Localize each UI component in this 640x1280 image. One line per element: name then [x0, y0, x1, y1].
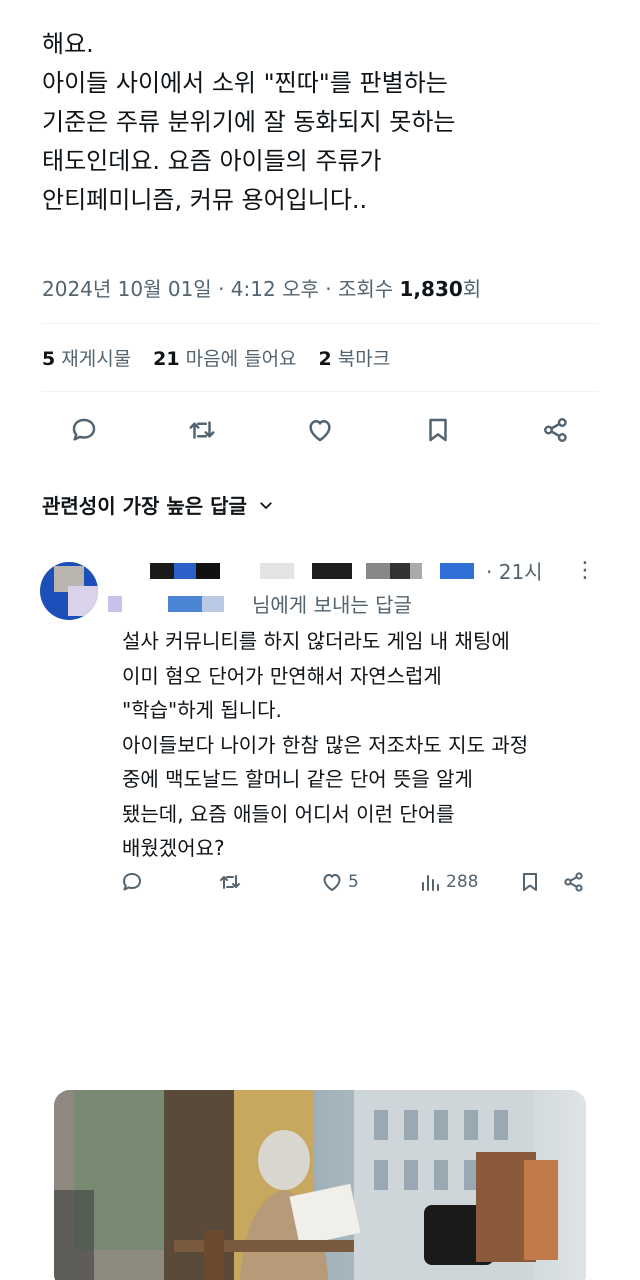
photo-content: [54, 1090, 586, 1280]
reply-like-button[interactable]: 5: [320, 866, 359, 898]
tweet-time[interactable]: 4:12 오후: [231, 277, 319, 301]
tweet-line: 기준은 주류 분위기에 잘 동화되지 못하는: [42, 108, 456, 136]
tweet-line: [42, 0, 602, 25]
tweet-line: 태도인데요. 요즘 아이들의 주류가: [42, 147, 382, 175]
heart-icon[interactable]: [298, 408, 342, 452]
retweets-stat[interactable]: 5 재게시물: [42, 344, 131, 371]
heart-icon: [323, 874, 341, 891]
views-unit: 회: [462, 277, 482, 301]
reply-share-button[interactable]: [562, 866, 586, 898]
bookmark-icon: [523, 873, 537, 891]
reply-action-bar: 5 288: [120, 866, 600, 898]
reply-line: 됐는데, 요즘 애들이 어디서 이런 단어를: [122, 801, 455, 826]
tweet-date[interactable]: 2024년 10월 01일: [42, 277, 212, 301]
reply-bookmark-button[interactable]: [518, 866, 542, 898]
avatar[interactable]: [40, 562, 98, 620]
tweet-line: 아이들 사이에서 소위 "찐따"를 판별하는: [42, 69, 448, 97]
share-icon: [564, 872, 583, 892]
retweet-icon: [220, 875, 240, 889]
tweet-action-bar: [42, 408, 598, 452]
reply-like-count: 5: [348, 872, 359, 892]
reply-sort-label: 관련성이 가장 높은 답글: [42, 494, 247, 518]
divider: [42, 391, 598, 392]
reply-reply-button[interactable]: [120, 866, 144, 898]
reply-to-label: 님에게 보내는 답글: [252, 593, 412, 617]
reply-icon[interactable]: [62, 408, 106, 452]
likes-stat[interactable]: 21 마음에 들어요: [153, 344, 296, 371]
reply-retweet-button[interactable]: [218, 866, 242, 898]
views-label: 조회수: [337, 277, 394, 301]
divider: [42, 323, 598, 324]
tweet-meta: 2024년 10월 01일 · 4:12 오후 · 조회수 1,830회: [42, 277, 482, 301]
reply-line: 이미 혐오 단어가 만연해서 자연스럽게: [122, 663, 442, 688]
reply-line: 설사 커뮤니티를 하지 않더라도 게임 내 채팅에: [122, 629, 510, 653]
reply-line: 아이들보다 나이가 한참 많은 저조차도 지도 과정: [122, 732, 529, 757]
tweet-line: 해요.: [42, 30, 94, 58]
views-count: 1,830: [399, 277, 463, 301]
reply-views-button[interactable]: 288: [418, 866, 478, 898]
reply-views-count: 288: [446, 872, 479, 892]
tweet-text: 해요. 아이들 사이에서 소위 "찐따"를 판별하는 기준은 주류 분위기에 잘…: [42, 0, 602, 220]
retweet-icon[interactable]: [180, 408, 224, 452]
reply-time[interactable]: · 21시: [486, 556, 543, 585]
reply-line: 중에 맥도날드 할머니 같은 단어 뜻을 알게: [122, 767, 473, 791]
reply-sort-dropdown[interactable]: 관련성이 가장 높은 답글: [42, 490, 275, 519]
bookmark-icon[interactable]: [416, 408, 460, 452]
bookmarks-stat[interactable]: 2 북마크: [319, 344, 391, 371]
tweet-stats: 5 재게시물 21 마음에 들어요 2 북마크: [42, 344, 390, 371]
chevron-down-icon: [260, 501, 272, 509]
embedded-photo[interactable]: [54, 1090, 586, 1280]
views-icon: [422, 875, 439, 891]
reply-text: 설사 커뮤니티를 하지 않더라도 게임 내 채팅에 이미 혐오 단어가 만연해서…: [122, 624, 602, 866]
reply-line: "학습"하게 됩니다.: [122, 698, 282, 722]
share-icon[interactable]: [534, 408, 578, 452]
more-options-icon[interactable]: ⋮: [574, 558, 596, 583]
reply-line: 배웠겠어요?: [122, 836, 225, 860]
reply-icon: [123, 873, 141, 891]
tweet-line: 안티페미니즘, 커뮤 용어입니다..: [42, 186, 368, 214]
